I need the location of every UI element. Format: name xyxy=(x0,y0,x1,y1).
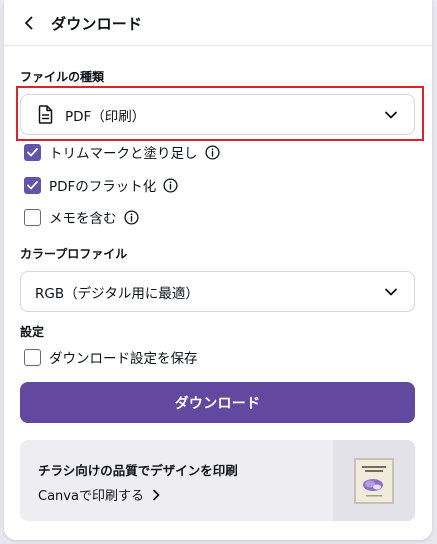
chevron-left-icon xyxy=(25,16,33,30)
info-icon[interactable] xyxy=(204,144,220,160)
option-trim-marks[interactable]: トリムマークと塗り足し xyxy=(24,142,220,162)
print-promo-card[interactable]: チラシ向けの品質でデザインを印刷 Canvaで印刷する xyxy=(20,440,415,521)
back-button[interactable] xyxy=(18,12,40,34)
info-icon[interactable] xyxy=(123,209,139,225)
option-label: PDFのフラット化 xyxy=(49,179,157,195)
check-icon xyxy=(27,180,38,189)
flyer-thumbnail xyxy=(333,440,415,521)
print-with-canva-link[interactable]: Canvaで印刷する xyxy=(38,485,160,504)
color-profile-label: カラープロファイル xyxy=(20,247,128,261)
document-icon xyxy=(38,105,53,124)
checkbox-unchecked[interactable] xyxy=(24,348,41,366)
download-button[interactable]: ダウンロード xyxy=(20,382,415,423)
page-title: ダウンロード xyxy=(51,15,143,33)
checkbox-unchecked[interactable] xyxy=(24,208,41,226)
checkbox-checked[interactable] xyxy=(24,176,41,194)
option-save-settings[interactable]: ダウンロード設定を保存 xyxy=(24,347,205,367)
download-panel: ダウンロード ファイルの種類 PDF（印刷） トリムマークと塗り足し PDFのフ… xyxy=(4,0,432,540)
option-label: トリムマークと塗り足し xyxy=(49,146,198,162)
chevron-right-icon xyxy=(153,489,160,500)
color-profile-value: RGB（デジタル用に最適） xyxy=(35,285,199,302)
check-icon xyxy=(27,147,38,156)
chevron-down-icon xyxy=(385,288,397,296)
info-icon[interactable] xyxy=(163,177,178,193)
file-type-select[interactable]: PDF（印刷） xyxy=(20,94,415,135)
settings-label: 設定 xyxy=(20,325,45,339)
file-type-value: PDF（印刷） xyxy=(65,108,146,125)
color-profile-select[interactable]: RGB（デジタル用に最適） xyxy=(20,271,415,312)
promo-link-label: Canvaで印刷する xyxy=(38,489,144,504)
promo-title: チラシ向けの品質でデザインを印刷 xyxy=(38,463,238,478)
flyer-image xyxy=(354,457,394,504)
chevron-down-icon xyxy=(385,111,397,119)
option-flatten-pdf[interactable]: PDFのフラット化 xyxy=(24,175,178,195)
panel-header: ダウンロード xyxy=(4,0,432,46)
option-label: ダウンロード設定を保存 xyxy=(49,351,198,367)
option-label: メモを含む xyxy=(49,211,117,227)
checkbox-checked[interactable] xyxy=(24,143,41,161)
file-type-label: ファイルの種類 xyxy=(20,70,105,84)
option-include-notes[interactable]: メモを含む xyxy=(24,207,139,227)
